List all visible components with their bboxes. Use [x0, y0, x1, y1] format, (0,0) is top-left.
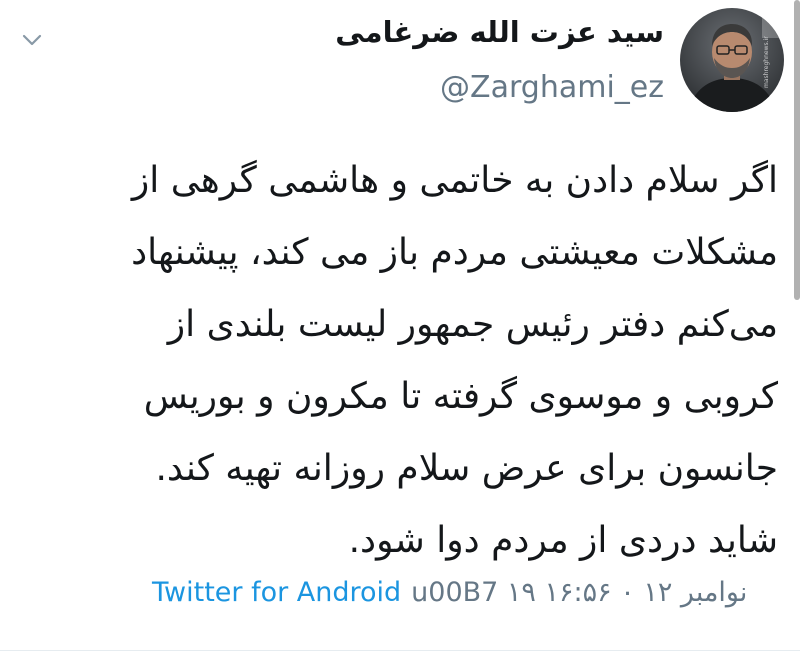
avatar-watermark: mashreghnews.ir	[763, 36, 770, 88]
tweet-meta: Twitter for Android u00B7 ۱۹ نوامبر ۱۲ ۰…	[152, 573, 747, 613]
tweet-source-link[interactable]: Twitter for Android	[152, 573, 401, 613]
tweet-text: اگر سلام دادن به خاتمی و هاشمی گرهی از م…	[34, 145, 778, 577]
display-name[interactable]: سید عزت الله ضرغامی	[335, 10, 664, 54]
user-handle[interactable]: @Zarghami_ez	[335, 66, 664, 110]
avatar[interactable]: mashreghnews.ir	[680, 8, 784, 112]
tweet-author[interactable]: سید عزت الله ضرغامی @Zarghami_ez	[335, 10, 664, 110]
tweet-text-line: شاید دردی از مردم دوا شود.	[348, 520, 778, 561]
chevron-down-icon[interactable]	[20, 28, 44, 52]
tweet-text-line: اگر سلام دادن به خاتمی و هاشمی گرهی از	[131, 160, 778, 201]
tweet-text-line: می‌کنم دفتر رئیس جمهور لیست بلندی از	[167, 304, 778, 345]
tweet-card[interactable]: سید عزت الله ضرغامی @Zarghami_ez mashreg…	[0, 0, 800, 651]
tweet-text-line: جانسون برای عرض سلام روزانه تهیه کند.	[155, 448, 778, 489]
tweet-text-line: کروبی و موسوی گرفته تا مکرون و بوریس	[143, 376, 778, 417]
scrollbar[interactable]	[794, 0, 800, 300]
tweet-timestamp[interactable]: u00B7 ۱۹ نوامبر ۱۲ ۰ ۱۶:۵۶	[411, 573, 747, 613]
tweet-text-line: مشکلات معیشتی مردم باز می کند، پیشنهاد	[131, 232, 778, 273]
